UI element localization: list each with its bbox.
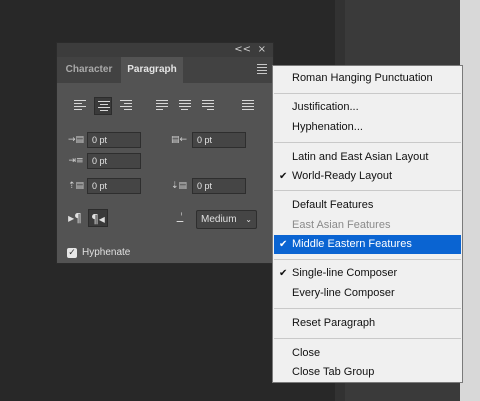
- menu-item-middle-eastern-features[interactable]: ✔ Middle Eastern Features: [274, 235, 461, 254]
- collapse-icon[interactable]: <<: [234, 44, 251, 56]
- align-left-icon[interactable]: [71, 97, 89, 115]
- panel-menu-icon[interactable]: [257, 64, 267, 76]
- menu-separator: [274, 259, 461, 260]
- menu-item-reset-paragraph[interactable]: Reset Paragraph: [274, 314, 461, 333]
- left-indent-icon: →▤: [67, 135, 85, 145]
- kashida-select-value: Medium: [201, 214, 237, 225]
- panel-flyout-menu: Roman Hanging Punctuation Justification.…: [272, 65, 463, 383]
- right-indent-icon: ▤←: [170, 135, 188, 145]
- menu-separator: [274, 338, 461, 339]
- menu-item-single-line-composer[interactable]: ✔ Single-line Composer: [274, 264, 461, 283]
- tab-paragraph[interactable]: Paragraph: [121, 57, 183, 83]
- justify-last-center-icon[interactable]: [176, 97, 194, 115]
- hyphenate-checkbox[interactable]: ✓: [67, 248, 77, 258]
- kashida-icon: ـٰـ: [176, 212, 184, 225]
- menu-separator: [274, 142, 461, 143]
- right-indent-field[interactable]: 0 pt: [192, 132, 246, 148]
- space-after-field[interactable]: 0 pt: [192, 178, 246, 194]
- menu-item-justification[interactable]: Justification...: [274, 98, 461, 117]
- menu-item-every-line-composer[interactable]: Every-line Composer: [274, 284, 461, 303]
- menu-item-roman-hanging-punctuation[interactable]: Roman Hanging Punctuation: [274, 69, 461, 88]
- first-line-indent-icon: ⇥≡: [68, 156, 84, 166]
- space-before-icon: ⇡▤: [67, 181, 85, 191]
- justify-all-icon[interactable]: [239, 97, 257, 115]
- menu-item-latin-east-asian-layout[interactable]: Latin and East Asian Layout: [274, 148, 461, 167]
- menu-item-default-features[interactable]: Default Features: [274, 196, 461, 215]
- justify-last-right-icon[interactable]: [199, 97, 217, 115]
- menu-item-close[interactable]: Close: [274, 344, 461, 363]
- hyphenate-label: Hyphenate: [82, 247, 131, 258]
- alignment-buttons: [71, 97, 261, 115]
- menu-item-world-ready-layout[interactable]: ✔ World-Ready Layout: [274, 167, 461, 186]
- ltr-paragraph-icon[interactable]: ▸¶: [65, 209, 85, 227]
- space-after-icon: ⇣▤: [170, 181, 188, 191]
- check-icon: ✔: [279, 268, 288, 279]
- align-center-icon[interactable]: [94, 97, 112, 115]
- panel-tab-bar: Character Paragraph: [57, 57, 273, 83]
- workspace-edge: [460, 0, 480, 401]
- panel-title-bar[interactable]: << ×: [57, 43, 273, 57]
- first-line-indent-field[interactable]: 0 pt: [87, 153, 141, 169]
- space-before-field[interactable]: 0 pt: [87, 178, 141, 194]
- check-icon: ✔: [279, 239, 288, 250]
- menu-separator: [274, 93, 461, 94]
- menu-item-hyphenation[interactable]: Hyphenation...: [274, 118, 461, 137]
- align-right-icon[interactable]: [117, 97, 135, 115]
- check-icon: ✔: [279, 171, 288, 182]
- paragraph-panel: << × Character Paragraph →▤ 0 pt ▤← 0 pt…: [56, 42, 274, 264]
- kashida-select[interactable]: Medium ⌄: [196, 210, 257, 229]
- menu-item-close-tab-group[interactable]: Close Tab Group: [274, 363, 461, 382]
- menu-separator: [274, 190, 461, 191]
- close-icon[interactable]: ×: [258, 44, 266, 56]
- justify-last-left-icon[interactable]: [153, 97, 171, 115]
- menu-item-east-asian-features: East Asian Features: [292, 219, 391, 231]
- rtl-paragraph-icon[interactable]: ¶◂: [88, 209, 108, 227]
- left-indent-field[interactable]: 0 pt: [87, 132, 141, 148]
- tab-character[interactable]: Character: [57, 57, 121, 83]
- chevron-down-icon: ⌄: [245, 215, 252, 224]
- menu-separator: [274, 308, 461, 309]
